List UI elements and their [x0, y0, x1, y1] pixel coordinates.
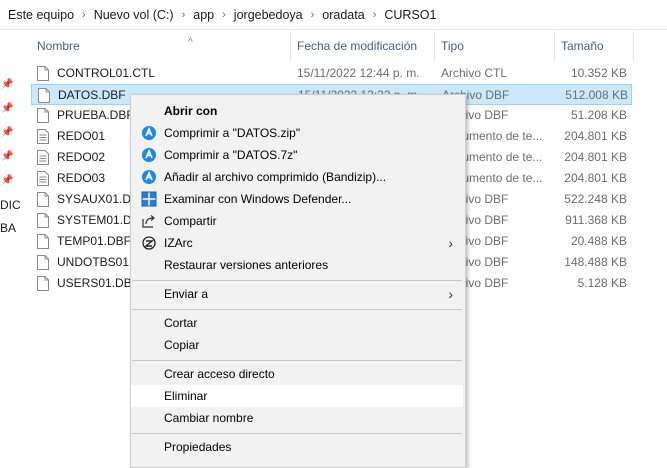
menu-item-properties[interactable]: Propiedades: [131, 436, 463, 458]
menu-item-label: Enviar a: [164, 287, 209, 301]
pin-icon: 📌: [1, 151, 14, 162]
menu-item-izarc[interactable]: IZArc ›: [131, 232, 463, 254]
menu-item-scan-defender[interactable]: Examinar con Windows Defender...: [131, 188, 463, 210]
navigation-pane: 📌 📌 📌 📌 📌 DIC BA: [0, 31, 21, 459]
menu-item-label: Añadir al archivo comprimido (Bandizip).…: [164, 170, 387, 184]
text-file-icon: [37, 171, 49, 186]
menu-item-label: IZArc: [164, 236, 193, 250]
chevron-right-icon[interactable]: ›: [216, 9, 232, 21]
menu-separator: [132, 433, 462, 434]
file-size: 5.128 KB: [577, 276, 627, 290]
file-size: 512.008 KB: [565, 88, 628, 102]
izarc-icon: [142, 236, 156, 250]
breadcrumb-item-jorgebedoya[interactable]: jorgebedoya: [232, 8, 305, 22]
menu-item-label: Abrir con: [164, 104, 218, 118]
pin-icon: 📌: [1, 103, 14, 114]
pin-icon: 📌: [1, 175, 14, 186]
breadcrumb-item-nuevo-vol[interactable]: Nuevo vol (C:): [92, 8, 176, 22]
menu-separator: [132, 280, 462, 281]
menu-item-label: Comprimir a "DATOS.7z": [164, 148, 298, 162]
bandizip-icon: [142, 170, 156, 184]
menu-item-add-to-archive[interactable]: Añadir al archivo comprimido (Bandizip).…: [131, 166, 463, 188]
chevron-right-icon: ›: [448, 235, 453, 251]
file-icon: [37, 234, 49, 249]
menu-item-compress-7z[interactable]: Comprimir a "DATOS.7z": [131, 144, 463, 166]
file-size: 10.352 KB: [570, 66, 627, 80]
file-icon: [37, 108, 49, 123]
menu-separator: [132, 360, 462, 361]
menu-item-label: Examinar con Windows Defender...: [164, 192, 352, 206]
menu-item-restore-versions[interactable]: Restaurar versiones anteriores: [131, 254, 463, 276]
file-size: 522.248 KB: [564, 192, 627, 206]
chevron-right-icon[interactable]: ›: [176, 9, 192, 21]
menu-item-compress-zip[interactable]: Comprimir a "DATOS.zip": [131, 122, 463, 144]
menu-item-send-to[interactable]: Enviar a ›: [131, 283, 463, 305]
file-icon: [37, 255, 49, 270]
menu-item-rename[interactable]: Cambiar nombre: [131, 407, 463, 429]
breadcrumb-item-curso1[interactable]: CURSO1: [382, 8, 438, 22]
breadcrumb-item-oradata[interactable]: oradata: [320, 8, 366, 22]
file-size: 20.488 KB: [570, 234, 627, 248]
context-menu: Abrir con Comprimir a "DATOS.zip" Compri…: [130, 94, 466, 468]
menu-item-label: Copiar: [164, 338, 200, 352]
bandizip-icon: [142, 126, 156, 140]
windows-defender-icon: [141, 191, 157, 207]
bandizip-icon: [142, 148, 156, 162]
file-icon: [37, 276, 49, 291]
menu-separator: [132, 309, 462, 310]
file-size: 204.801 KB: [564, 171, 627, 185]
file-date: 15/11/2022 12:44 p. m.: [297, 66, 420, 80]
file-icon: [37, 192, 49, 207]
menu-item-label: Crear acceso directo: [164, 367, 275, 381]
column-header-size[interactable]: Tamaño: [554, 31, 634, 61]
file-name: CONTROL01.CTL: [57, 66, 156, 80]
menu-item-label: Cambiar nombre: [164, 411, 254, 425]
text-file-icon: [37, 150, 49, 165]
column-headers: Nombre ^ Fecha de modificación Tipo Tama…: [0, 31, 667, 61]
menu-item-label: Compartir: [164, 214, 217, 228]
sort-ascending-icon: ^: [188, 37, 193, 48]
menu-item-delete[interactable]: Eliminar: [131, 385, 463, 407]
column-header-size-label: Tamaño: [561, 39, 604, 53]
nav-item-fragment[interactable]: BA: [0, 221, 16, 235]
file-row[interactable]: CONTROL01.CTL 15/11/2022 12:44 p. m. Arc…: [31, 63, 632, 84]
breadcrumb-item-este-equipo[interactable]: Este equipo: [6, 8, 76, 22]
file-size: 51.208 KB: [570, 108, 627, 122]
text-file-icon: [37, 129, 49, 144]
chevron-right-icon[interactable]: ›: [76, 9, 92, 21]
chevron-right-icon: ›: [448, 286, 453, 302]
file-size: 204.801 KB: [564, 129, 627, 143]
menu-item-label: Comprimir a "DATOS.zip": [164, 126, 301, 140]
column-header-date[interactable]: Fecha de modificación: [290, 31, 434, 61]
pin-icon: 📌: [1, 79, 14, 90]
menu-item-label: Eliminar: [164, 389, 208, 403]
share-icon: [142, 215, 155, 228]
menu-item-create-shortcut[interactable]: Crear acceso directo: [131, 363, 463, 385]
breadcrumb-item-app[interactable]: app: [191, 8, 216, 22]
column-header-date-label: Fecha de modificación: [297, 39, 418, 53]
column-header-type[interactable]: Tipo: [434, 31, 554, 61]
menu-item-cut[interactable]: Cortar: [131, 312, 463, 334]
file-icon: [38, 88, 50, 103]
column-header-name-label: Nombre: [37, 39, 80, 53]
chevron-right-icon[interactable]: ›: [367, 9, 383, 21]
pin-icon: 📌: [1, 127, 14, 138]
menu-item-open-with[interactable]: Abrir con: [131, 100, 463, 122]
menu-item-copy[interactable]: Copiar: [131, 334, 463, 356]
menu-item-label: Cortar: [164, 316, 198, 330]
menu-item-label: Propiedades: [164, 440, 232, 454]
menu-item-share[interactable]: Compartir: [131, 210, 463, 232]
nav-item-fragment[interactable]: DIC: [0, 198, 21, 212]
breadcrumb: Este equipo › Nuevo vol (C:) › app › jor…: [0, 0, 667, 30]
file-size: 204.801 KB: [564, 150, 627, 164]
column-header-type-label: Tipo: [441, 39, 464, 53]
file-size: 911.368 KB: [565, 213, 627, 227]
chevron-right-icon[interactable]: ›: [305, 9, 321, 21]
column-header-name[interactable]: Nombre ^: [31, 31, 290, 61]
file-icon: [37, 66, 49, 81]
file-size: 148.488 KB: [564, 255, 627, 269]
menu-item-label: Restaurar versiones anteriores: [164, 258, 329, 272]
file-icon: [37, 213, 49, 228]
